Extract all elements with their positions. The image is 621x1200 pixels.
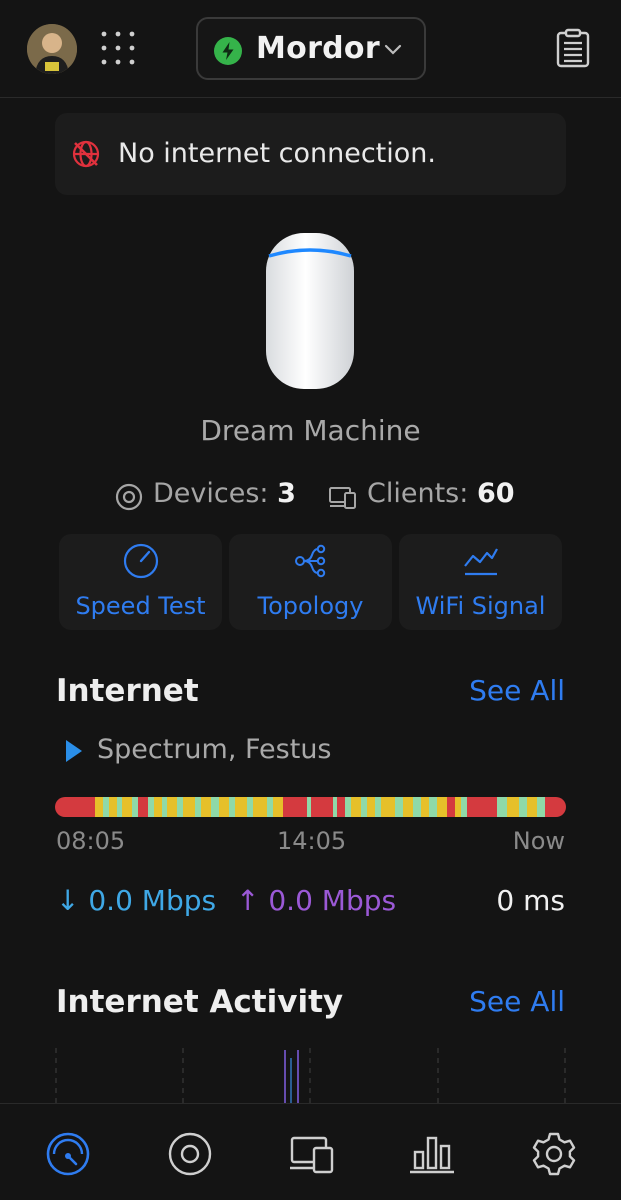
- devices-icon: [115, 483, 143, 511]
- uptime-timeline[interactable]: [55, 797, 566, 817]
- uptime-segment: [497, 797, 507, 817]
- uptime-segment: [162, 797, 167, 817]
- uptime-segment: [455, 797, 461, 817]
- avatar[interactable]: [27, 24, 77, 74]
- timeline-mid-label: 14:05: [277, 827, 347, 855]
- clients-icon[interactable]: [284, 1126, 340, 1182]
- clients-icon: [329, 487, 356, 509]
- grid-icon[interactable]: [100, 30, 136, 66]
- uptime-segment: [55, 797, 95, 817]
- alert-text: No internet connection.: [118, 138, 436, 169]
- uptime-segment: [229, 797, 235, 817]
- uptime-segment: [247, 797, 253, 817]
- devices-count[interactable]: Devices: 3: [153, 478, 296, 509]
- wifi-signal-button[interactable]: WiFi Signal: [399, 534, 562, 630]
- uptime-segment: [447, 797, 455, 817]
- bolt-icon: [214, 37, 242, 65]
- uptime-segment: [467, 797, 497, 817]
- uptime-segment: [311, 797, 333, 817]
- uptime-segment: [283, 797, 307, 817]
- uptime-segment: [345, 797, 351, 817]
- uptime-segment: [253, 797, 267, 817]
- uptime-segment: [95, 797, 103, 817]
- notes-icon[interactable]: [554, 28, 592, 68]
- activity-chart[interactable]: [55, 1048, 566, 1104]
- bottom-navigation: [0, 1103, 621, 1200]
- internet-title: Internet: [56, 673, 199, 709]
- speedometer-icon: [123, 543, 158, 579]
- uptime-segment: [403, 797, 413, 817]
- uptime-segment: [367, 797, 375, 817]
- uptime-segment: [167, 797, 177, 817]
- uptime-segment: [375, 797, 381, 817]
- site-selector[interactable]: Mordor: [196, 17, 426, 80]
- latency: 0 ms: [496, 884, 565, 917]
- uptime-segment: [351, 797, 361, 817]
- uptime-segment: [333, 797, 337, 817]
- statistics-icon[interactable]: [404, 1126, 460, 1182]
- uptime-segment: [413, 797, 421, 817]
- uptime-segment: [527, 797, 537, 817]
- uptime-segment: [537, 797, 545, 817]
- uptime-segment: [381, 797, 395, 817]
- uptime-segment: [461, 797, 467, 817]
- uptime-segment: [337, 797, 345, 817]
- uptime-segment: [122, 797, 132, 817]
- device-counts: Devices: 3 Clients: 60: [0, 478, 621, 518]
- speed-test-label: Speed Test: [75, 592, 206, 620]
- site-name: Mordor: [256, 31, 380, 66]
- uptime-segment: [109, 797, 117, 817]
- uptime-segment: [395, 797, 403, 817]
- uptime-segment: [307, 797, 311, 817]
- topology-button[interactable]: Topology: [229, 534, 392, 630]
- signal-chart-icon: [463, 548, 498, 576]
- devices-icon[interactable]: [162, 1126, 218, 1182]
- uptime-segment: [437, 797, 447, 817]
- uptime-segment: [138, 797, 148, 817]
- speed-test-button[interactable]: Speed Test: [59, 534, 222, 630]
- top-bar: Mordor: [0, 0, 621, 98]
- uptime-segment: [177, 797, 183, 817]
- uptime-segment: [132, 797, 138, 817]
- timeline-start-label: 08:05: [56, 827, 126, 855]
- globe-offline-icon: [72, 140, 100, 168]
- play-icon: [66, 740, 82, 762]
- wifi-signal-label: WiFi Signal: [415, 592, 546, 620]
- uptime-segment: [103, 797, 109, 817]
- gear-icon[interactable]: [526, 1126, 582, 1182]
- topology-icon: [294, 544, 325, 578]
- uptime-segment: [117, 797, 122, 817]
- uptime-segment: [429, 797, 437, 817]
- chevron-down-icon: [384, 44, 402, 55]
- uptime-segment: [421, 797, 429, 817]
- internet-activity-title: Internet Activity: [56, 984, 344, 1020]
- uptime-segment: [273, 797, 283, 817]
- no-internet-alert[interactable]: No internet connection.: [55, 113, 566, 195]
- uptime-segment: [211, 797, 219, 817]
- uptime-segment: [507, 797, 519, 817]
- download-speed: ↓ 0.0 Mbps: [56, 884, 217, 917]
- dashboard-icon[interactable]: [40, 1126, 96, 1182]
- uptime-segment: [201, 797, 211, 817]
- uptime-segment: [148, 797, 154, 817]
- uptime-segment: [154, 797, 162, 817]
- internet-see-all-link[interactable]: See All: [469, 674, 565, 707]
- uptime-segment: [519, 797, 527, 817]
- uptime-segment: [545, 797, 566, 817]
- isp-name: Spectrum, Festus: [97, 734, 332, 765]
- uptime-segment: [183, 797, 195, 817]
- uptime-segment: [361, 797, 367, 817]
- dream-machine-image[interactable]: [265, 232, 355, 390]
- uptime-segment: [195, 797, 201, 817]
- clients-count[interactable]: Clients: 60: [367, 478, 515, 509]
- uptime-segment: [267, 797, 273, 817]
- upload-speed: ↑ 0.0 Mbps: [236, 884, 397, 917]
- activity-see-all-link[interactable]: See All: [469, 985, 565, 1018]
- uptime-segment: [219, 797, 229, 817]
- timeline-end-label: Now: [512, 827, 565, 855]
- device-name: Dream Machine: [200, 414, 421, 447]
- topology-label: Topology: [257, 592, 364, 620]
- uptime-segment: [235, 797, 247, 817]
